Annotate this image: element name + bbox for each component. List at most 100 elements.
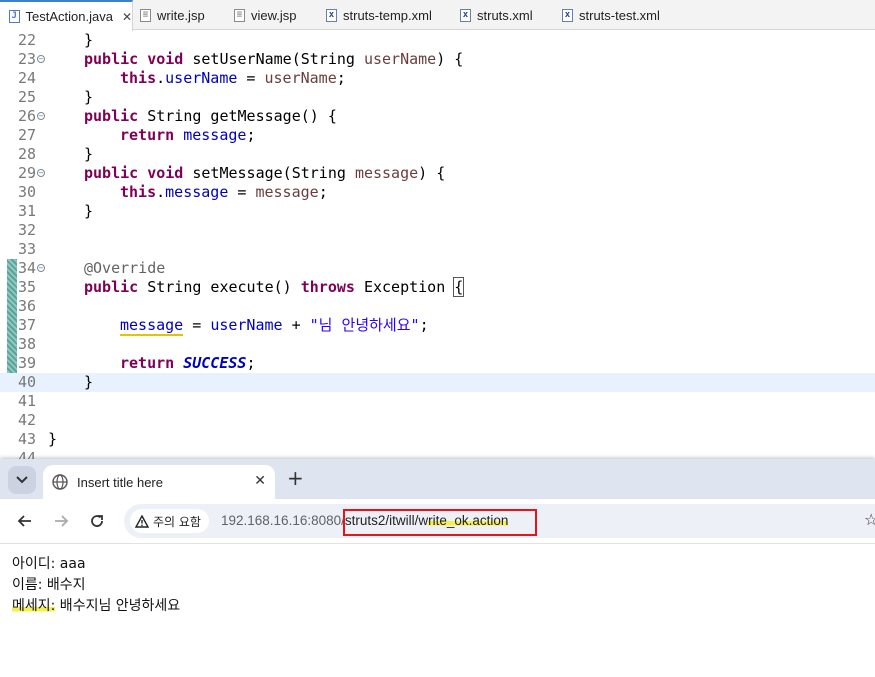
code-line: 26 − public String getMessage() { xyxy=(0,107,875,126)
tab-title: Insert title here xyxy=(77,474,163,490)
tab-view-jsp[interactable]: ≡ view.jsp xyxy=(234,0,297,30)
output-message-line: 메세지: 배수지님 안녕하세요 xyxy=(12,597,180,615)
fold-toggle-icon[interactable]: − xyxy=(37,264,45,272)
close-icon[interactable]: ✕ xyxy=(254,473,266,489)
line-number: 26 xyxy=(17,107,36,125)
code-line: 44 xyxy=(0,449,875,459)
bookmark-star-icon[interactable]: ☆ xyxy=(864,510,875,529)
fold-toggle-icon[interactable]: − xyxy=(37,169,45,177)
code-line: 24 this.userName = userName; xyxy=(0,69,875,88)
line-number: 34 xyxy=(17,259,36,277)
matching-bracket: { xyxy=(453,277,465,297)
warning-triangle-icon xyxy=(135,514,149,528)
browser-window: Insert title here ✕ + 주의 요함 192.168.16.1… xyxy=(0,459,875,677)
jsp-file-icon: ≡ xyxy=(234,8,245,22)
message-label: 메세지: xyxy=(12,598,56,614)
line-number: 42 xyxy=(17,411,36,429)
code-line: 43 } xyxy=(0,430,875,449)
tab-label: TestAction.java xyxy=(25,9,113,24)
code-line: 30 this.message = message; xyxy=(0,183,875,202)
code-text: public String execute() throws Exception… xyxy=(84,277,465,297)
code-text: } xyxy=(48,430,58,448)
xml-file-icon: x xyxy=(460,8,471,22)
reload-icon xyxy=(91,515,103,527)
tab-struts-temp-xml[interactable]: x struts-temp.xml xyxy=(326,0,432,30)
fold-toggle-icon[interactable]: − xyxy=(37,112,45,120)
line-number: 32 xyxy=(17,221,36,239)
line-number: 35 xyxy=(17,278,36,296)
line-number: 44 xyxy=(17,449,36,459)
code-line: 31 } xyxy=(0,202,875,221)
tab-struts-xml[interactable]: x struts.xml xyxy=(460,0,533,30)
output-name-line: 이름: 배수지 xyxy=(12,577,86,593)
browser-tab-active[interactable]: Insert title here ✕ xyxy=(43,465,275,499)
code-line: 36 xyxy=(0,297,875,316)
code-text: this.userName = userName; xyxy=(120,69,346,87)
line-number: 40 xyxy=(17,373,36,391)
code-text: } xyxy=(84,88,94,106)
code-editor[interactable]: 22 } 23 − public void setUserName(String… xyxy=(0,31,875,459)
close-icon[interactable]: ✕ xyxy=(122,10,132,24)
editor-tab-bar: J TestAction.java ✕ ≡ write.jsp ≡ view.j… xyxy=(0,0,875,31)
code-text: } xyxy=(84,145,94,163)
line-number: 29 xyxy=(17,164,36,182)
line-number: 27 xyxy=(17,126,36,144)
arrow-left-icon xyxy=(17,515,31,527)
code-text: return SUCCESS; xyxy=(120,354,256,372)
line-number: 30 xyxy=(17,183,36,201)
tab-write-jsp[interactable]: ≡ write.jsp xyxy=(140,0,205,30)
xml-file-icon: x xyxy=(326,8,337,22)
fold-toggle-icon[interactable]: − xyxy=(37,55,45,63)
tab-testaction-java[interactable]: J TestAction.java ✕ xyxy=(0,0,133,31)
code-line: 41 xyxy=(0,392,875,411)
arrow-right-icon xyxy=(55,515,69,527)
line-number: 22 xyxy=(17,31,36,49)
reload-button[interactable] xyxy=(84,508,110,534)
tab-label: view.jsp xyxy=(251,7,297,23)
output-id-line: 아이디: aaa xyxy=(12,556,86,572)
tab-label: struts.xml xyxy=(477,7,533,23)
tab-label: struts-temp.xml xyxy=(343,7,432,23)
code-line: 28 } xyxy=(0,145,875,164)
code-text: } xyxy=(84,31,94,49)
line-number: 37 xyxy=(17,316,36,334)
tab-struts-test-xml[interactable]: x struts-test.xml xyxy=(562,0,660,30)
forward-button[interactable] xyxy=(48,508,74,534)
line-number: 39 xyxy=(17,354,36,372)
tab-label: struts-test.xml xyxy=(579,7,660,23)
tab-label: write.jsp xyxy=(157,7,205,23)
code-line: 35 public String execute() throws Except… xyxy=(0,277,875,297)
code-text: public void setMessage(String message) { xyxy=(84,164,446,182)
browser-tab-strip: Insert title here ✕ + xyxy=(0,459,875,499)
code-text: @Override xyxy=(84,259,166,277)
code-line: 38 xyxy=(0,335,875,354)
line-number: 33 xyxy=(17,240,36,258)
code-line: 25 } xyxy=(0,88,875,107)
page-content: 아이디: aaa 이름: 배수지 메세지: 배수지님 안녕하세요 xyxy=(0,545,875,677)
message-value: 배수지님 안녕하세요 xyxy=(55,598,181,614)
line-number: 28 xyxy=(17,145,36,163)
security-chip[interactable]: 주의 요함 xyxy=(130,509,209,533)
code-line: 34 − @Override xyxy=(0,259,875,278)
chevron-down-icon xyxy=(16,476,28,484)
code-text: } xyxy=(84,202,94,220)
xml-file-icon: x xyxy=(562,8,573,22)
code-text: message = userName + "님 안녕하세요"; xyxy=(120,316,429,336)
code-line: 32 xyxy=(0,221,875,240)
line-number: 41 xyxy=(17,392,36,410)
new-tab-button[interactable]: + xyxy=(287,467,304,489)
url-annotation-box xyxy=(343,509,537,536)
code-line: 23 − public void setUserName(String user… xyxy=(0,50,875,69)
code-line: 22 } xyxy=(0,31,875,50)
code-text: public void setUserName(String userName)… xyxy=(84,50,464,68)
code-line: 42 xyxy=(0,411,875,430)
line-number: 38 xyxy=(17,335,36,353)
back-button[interactable] xyxy=(12,508,38,534)
line-number: 36 xyxy=(17,297,36,315)
code-line: 39 return SUCCESS; xyxy=(0,354,875,373)
code-line: 33 xyxy=(0,240,875,259)
tab-search-button[interactable] xyxy=(8,466,36,494)
jsp-file-icon: ≡ xyxy=(140,8,151,22)
line-number: 31 xyxy=(17,202,36,220)
line-number: 43 xyxy=(17,430,36,448)
